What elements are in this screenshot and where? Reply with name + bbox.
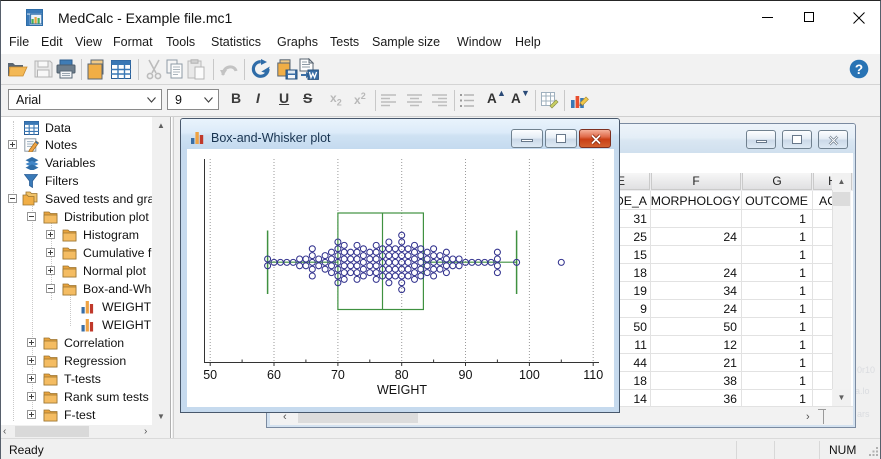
svg-text:50: 50: [203, 368, 217, 382]
svg-text:WEIGHT: WEIGHT: [377, 383, 427, 397]
svg-text:90: 90: [459, 368, 473, 382]
svg-text:70: 70: [331, 368, 345, 382]
svg-text:?: ?: [855, 62, 863, 77]
svg-text:80: 80: [395, 368, 409, 382]
svg-text:100: 100: [519, 368, 540, 382]
svg-text:60: 60: [267, 368, 281, 382]
svg-text:110: 110: [583, 368, 603, 382]
